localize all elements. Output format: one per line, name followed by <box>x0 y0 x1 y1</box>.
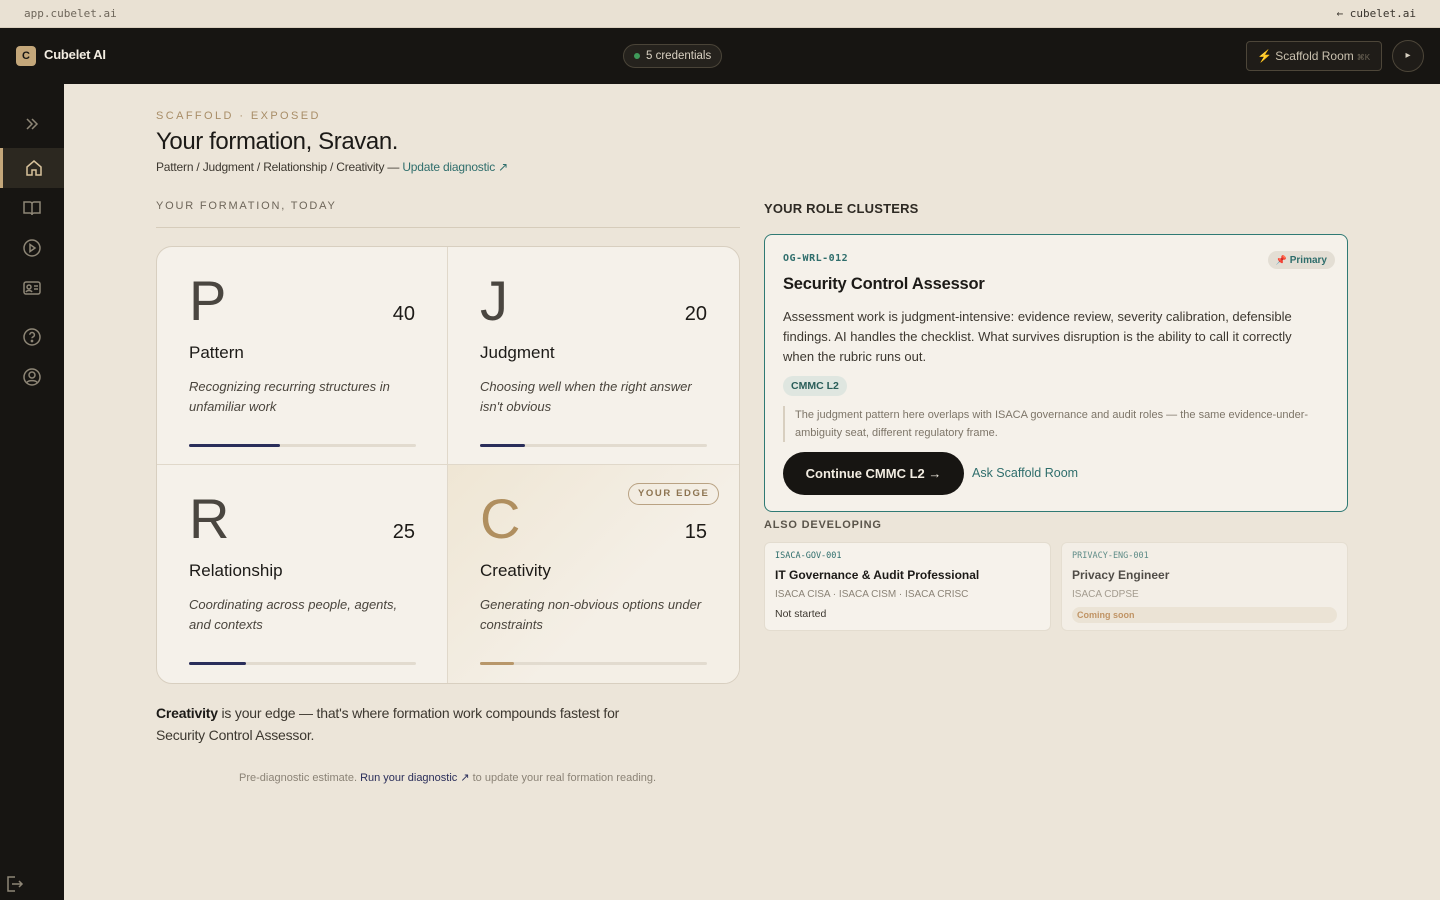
sidebar-item-profile[interactable] <box>0 357 64 397</box>
dimension-name: Judgment <box>480 343 555 362</box>
dimension-name: Creativity <box>480 561 551 580</box>
dimension-list: Pattern / Judgment / Relationship / Crea… <box>156 160 400 174</box>
run-diagnostic-link[interactable]: Run your diagnostic ↗ <box>360 772 470 784</box>
formation-summary: Creativity is your edge — that's where f… <box>156 702 656 746</box>
dimension-progress-track <box>189 444 416 447</box>
update-diagnostic-link[interactable]: Update diagnostic ↗ <box>402 160 508 174</box>
role-card-privacy-engineer[interactable]: PRIVACY-ENG-001 Privacy Engineer ISACA C… <box>1061 542 1348 631</box>
primary-role-card[interactable]: OG-WRL-012 📌 Primary Security Control As… <box>764 234 1348 512</box>
dimension-progress-track <box>480 444 707 447</box>
expand-icon <box>26 118 39 130</box>
app-name: Cubelet AI <box>44 47 106 62</box>
dimension-progress-fill <box>480 662 515 665</box>
role-code: OG-WRL-012 <box>783 253 849 264</box>
dimension-letter: P <box>189 269 227 332</box>
dimension-card-pattern[interactable]: P 40 Pattern Recognizing recurring struc… <box>157 247 448 465</box>
dimension-score: 40 <box>392 303 415 325</box>
role-description: Assessment work is judgment-intensive: e… <box>783 309 1292 364</box>
summary-edge-dimension: Creativity <box>156 705 218 721</box>
dimension-description: Choosing well when the right answer isn'… <box>480 379 692 414</box>
ask-scaffold-room-link[interactable]: Ask Scaffold Room <box>972 466 1078 480</box>
dimension-progress-fill <box>189 444 280 447</box>
credentials-label: 5 credentials <box>646 50 712 62</box>
dimension-subline: Pattern / Judgment / Relationship / Crea… <box>156 160 508 174</box>
sidebar-expand-button[interactable] <box>0 104 64 144</box>
role-certifications: ISACA CDPSE <box>1072 589 1139 600</box>
sidebar-item-credentials[interactable] <box>0 268 64 308</box>
collapse-panel-button[interactable]: ▸ <box>1392 40 1424 72</box>
status-dot-icon <box>634 53 640 59</box>
your-edge-badge: YOUR EDGE <box>628 483 720 505</box>
primary-badge-label: Primary <box>1289 255 1327 266</box>
chevron-right-icon: ▸ <box>1405 50 1411 61</box>
dimension-letter: R <box>189 487 230 550</box>
dimension-letter: C <box>480 487 521 550</box>
dimension-card-relationship[interactable]: R 25 Relationship Coordinating across pe… <box>157 465 448 683</box>
dimension-description: Coordinating across people, agents, and … <box>189 597 398 632</box>
sidebar-item-help[interactable] <box>0 317 64 357</box>
help-icon <box>23 328 41 346</box>
dimension-score: 20 <box>684 303 707 325</box>
role-overlap-note: The judgment pattern here overlaps with … <box>783 406 1313 442</box>
continue-cmmc-button[interactable]: Continue CMMC L2 → <box>783 452 964 495</box>
role-status: Not started <box>775 608 827 620</box>
credentials-pill[interactable]: 5 credentials <box>623 44 723 68</box>
role-code: PRIVACY-ENG-001 <box>1072 551 1149 561</box>
role-title: Privacy Engineer <box>1072 568 1170 582</box>
dimension-name: Relationship <box>189 561 283 580</box>
sidebar-item-library[interactable] <box>0 188 64 228</box>
id-card-icon <box>23 281 41 295</box>
dimension-name: Pattern <box>189 343 244 362</box>
coming-soon-badge: Coming soon <box>1072 607 1337 623</box>
shortcut-hint: ⌘K <box>1356 53 1371 62</box>
also-developing-title: ALSO DEVELOPING <box>764 519 882 531</box>
dimension-progress-track <box>189 662 416 665</box>
dimension-card-creativity[interactable]: YOUR EDGE C 15 Creativity Generating non… <box>448 465 739 683</box>
browser-url-bar: app.cubelet.ai ← cubelet.ai <box>0 0 1440 28</box>
dimension-description: Generating non-obvious options under con… <box>480 597 702 632</box>
home-icon <box>25 160 42 176</box>
dimension-letter: J <box>480 269 508 332</box>
user-icon <box>23 368 41 386</box>
page-title: Your formation, Sravan. <box>156 128 399 155</box>
role-certifications: ISACA CISA · ISACA CISM · ISACA CRISC <box>775 589 969 600</box>
top-app-bar: C Cubelet AI 5 credentials ⚡ Scaffold Ro… <box>0 28 1440 84</box>
dimension-card-judgment[interactable]: J 20 Judgment Choosing well when the rig… <box>448 247 739 465</box>
scaffold-room-label: ⚡ Scaffold Room <box>1257 49 1354 63</box>
role-code: ISACA-GOV-001 <box>775 551 842 561</box>
dimension-description: Recognizing recurring structures in unfa… <box>189 379 390 414</box>
sidebar-item-media[interactable] <box>0 228 64 268</box>
logout-icon[interactable] <box>4 874 24 894</box>
scaffold-room-button[interactable]: ⚡ Scaffold Room ⌘K <box>1246 41 1382 71</box>
footnote-post: to update your real formation reading. <box>469 772 657 784</box>
role-card-it-governance[interactable]: ISACA-GOV-001 IT Governance & Audit Prof… <box>764 542 1051 631</box>
pin-icon: 📌 <box>1275 255 1287 265</box>
diagnostic-footnote: Pre-diagnostic estimate. Run your diagno… <box>239 771 656 784</box>
summary-text: is your edge — that's where formation wo… <box>156 705 620 743</box>
primary-badge: 📌 Primary <box>1267 251 1335 269</box>
footnote-pre: Pre-diagnostic estimate. <box>239 772 361 784</box>
dimension-progress-fill <box>189 662 246 665</box>
section-divider <box>156 227 740 228</box>
play-icon <box>23 239 41 257</box>
sidebar-item-home[interactable] <box>0 148 64 188</box>
book-icon <box>23 201 41 216</box>
back-to-site-link[interactable]: ← cubelet.ai <box>1337 7 1416 20</box>
dimension-progress-track <box>480 662 707 665</box>
role-title: Security Control Assessor <box>783 275 985 293</box>
credential-chip[interactable]: CMMC L2 <box>783 376 847 396</box>
sidebar <box>0 84 64 900</box>
page-eyebrow: SCAFFOLD · EXPOSED <box>156 110 321 122</box>
url-text: app.cubelet.ai <box>24 7 117 20</box>
dimension-score: 25 <box>392 521 415 543</box>
role-title: IT Governance & Audit Professional <box>775 568 980 582</box>
role-clusters-title: YOUR ROLE CLUSTERS <box>764 201 919 216</box>
dimension-score: 15 <box>684 521 707 543</box>
formation-section-label: YOUR FORMATION, TODAY <box>156 200 337 212</box>
logo-icon: C <box>16 46 36 66</box>
formation-grid: P 40 Pattern Recognizing recurring struc… <box>156 246 740 684</box>
dimension-progress-fill <box>480 444 526 447</box>
